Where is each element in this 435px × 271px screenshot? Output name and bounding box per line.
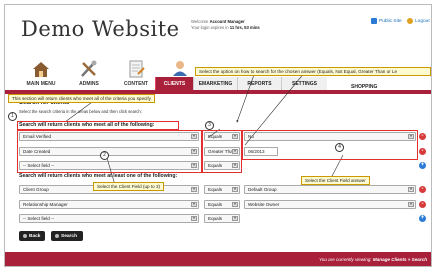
marker-3: 3 (205, 121, 214, 130)
callout-section: This section will return clients who mee… (8, 94, 155, 103)
field-column-highlight (17, 130, 202, 173)
callout-answer: Select the Client Field answer (301, 176, 370, 185)
callout-field: Select the Client Field (up to 3) (93, 182, 165, 191)
marker-1: 1 (8, 112, 17, 121)
marker-4: 4 (335, 143, 344, 152)
page-frame: Demo Website Welcome Account Manager You… (4, 4, 432, 267)
value-column-highlight (242, 130, 418, 160)
all-title-highlight (17, 121, 179, 130)
callout-operator: Select the option on how to search for t… (195, 67, 431, 76)
marker-2: 2 (100, 151, 109, 160)
operator-column-highlight (202, 130, 242, 173)
